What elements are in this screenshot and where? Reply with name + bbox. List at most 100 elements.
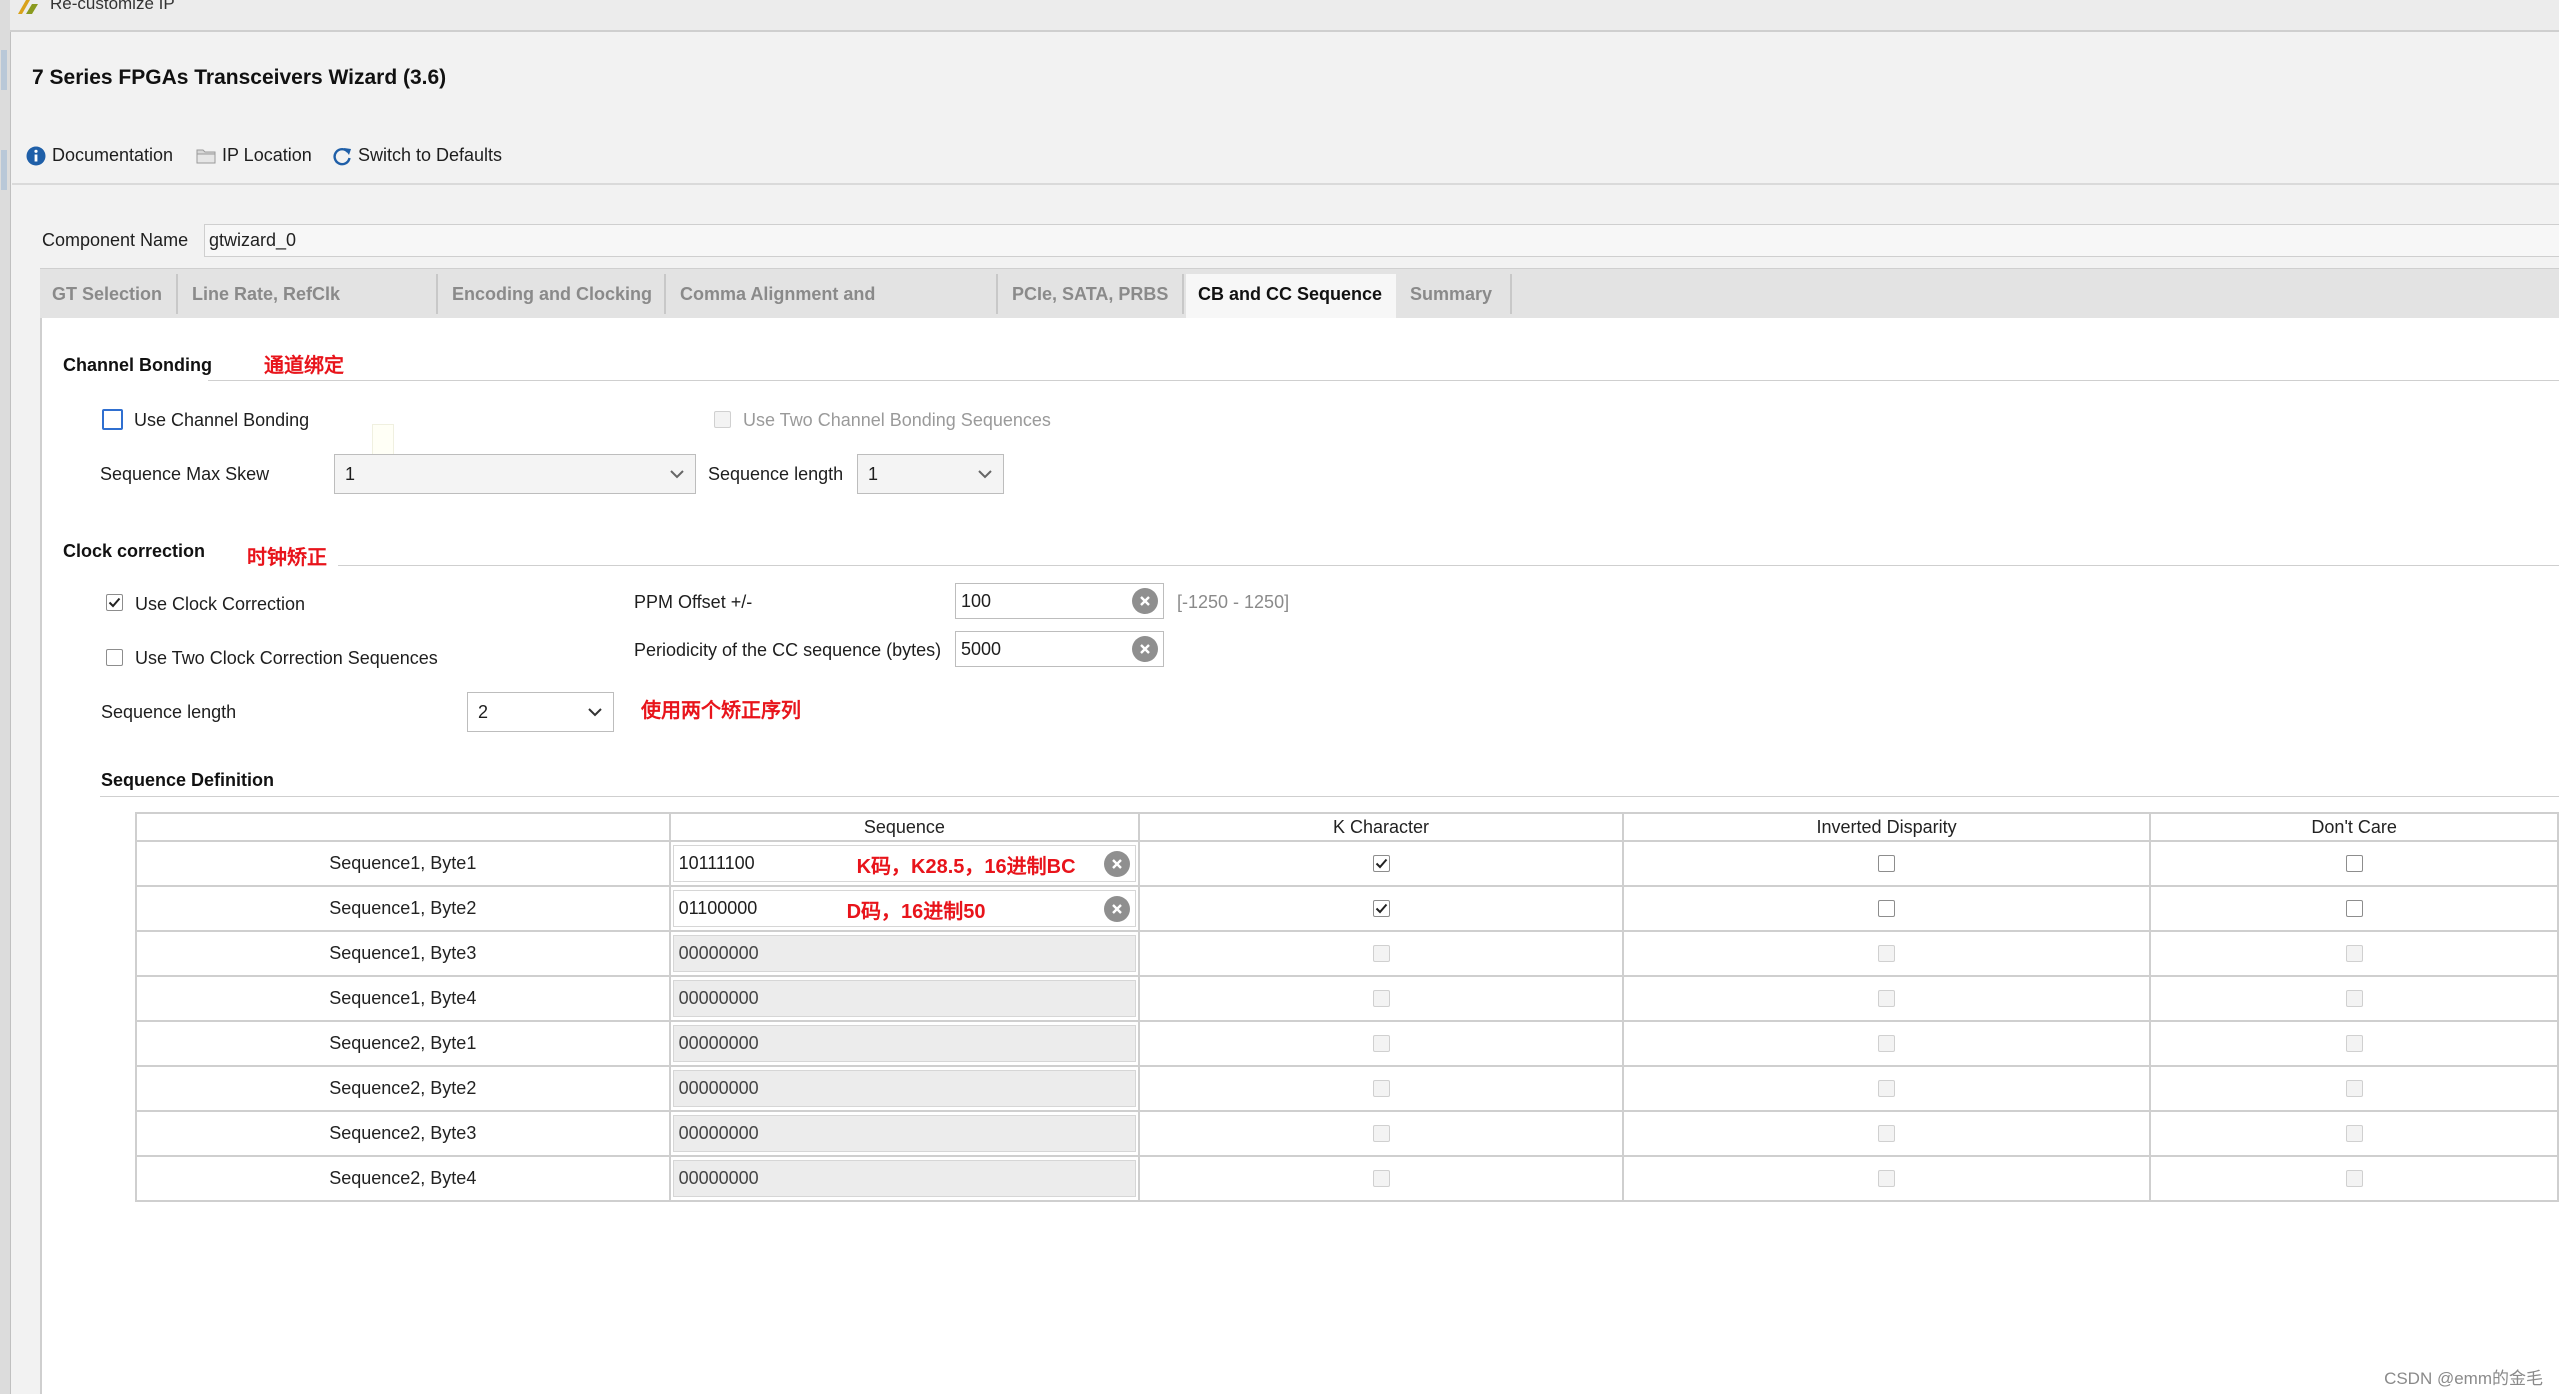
k-character-checkbox[interactable] <box>1372 1170 1390 1187</box>
k-character-cell <box>1138 930 1624 977</box>
cb-sequence-length-value: 1 <box>868 463 879 484</box>
tab-line-rate-refclk[interactable]: Line Rate, RefClk Selection <box>180 274 438 344</box>
k-character-cell <box>1138 885 1624 932</box>
dont-care-checkbox[interactable] <box>2345 1170 2363 1187</box>
table-row: Sequence2, Byte1 00000000 <box>135 1020 2559 1067</box>
sequence-value-field[interactable]: 01100000 D码，16进制50 <box>672 890 1137 927</box>
inverted-disparity-checkbox[interactable] <box>1878 900 1896 917</box>
inverted-disparity-checkbox[interactable] <box>1878 1080 1896 1097</box>
inverted-disparity-cell <box>1621 885 2152 932</box>
edge-mark <box>1 150 7 190</box>
k-character-cell <box>1138 840 1624 887</box>
k-character-checkbox[interactable] <box>1372 1080 1390 1097</box>
table-row: Sequence2, Byte3 00000000 <box>135 1110 2559 1157</box>
cc-sequence-length-label: Sequence length <box>101 702 237 722</box>
dont-care-cell <box>2149 930 2559 977</box>
dont-care-cell <box>2149 885 2559 932</box>
inverted-disparity-checkbox[interactable] <box>1878 855 1896 872</box>
dont-care-checkbox[interactable] <box>2345 990 2363 1007</box>
tab-encoding-clocking[interactable]: Encoding and Clocking <box>440 274 666 314</box>
table-row: Sequence1, Byte1 10111100 K码，K28.5，16进制BC <box>135 840 2559 887</box>
column-header <box>135 812 671 842</box>
sequence-cell: 00000000 <box>668 975 1141 1022</box>
row-name: Sequence2, Byte3 <box>135 1110 671 1157</box>
sequence-annotation: K码，K28.5，16进制BC <box>856 856 1076 878</box>
inverted-disparity-checkbox[interactable] <box>1878 1170 1896 1187</box>
use-clock-correction-label: Use Clock Correction <box>135 594 306 614</box>
sequence-cell: 00000000 <box>668 1065 1141 1112</box>
use-two-channel-bonding-checkbox[interactable] <box>714 411 731 428</box>
ppm-offset-field[interactable]: 100 <box>955 583 1164 619</box>
switch-to-defaults-label: Switch to Defaults <box>358 145 503 165</box>
clear-icon[interactable] <box>1132 636 1158 662</box>
k-character-checkbox[interactable] <box>1372 900 1390 917</box>
periodicity-field[interactable]: 5000 <box>955 631 1164 667</box>
inverted-disparity-checkbox[interactable] <box>1878 990 1896 1007</box>
clear-icon[interactable] <box>1132 588 1158 614</box>
dont-care-checkbox[interactable] <box>2345 900 2363 917</box>
use-two-channel-bonding-label: Use Two Channel Bonding Sequences <box>743 410 1051 430</box>
inverted-disparity-cell <box>1621 1020 2152 1067</box>
folder-icon <box>196 149 216 163</box>
sequence-value: 00000000 <box>678 1168 759 1188</box>
dont-care-checkbox[interactable] <box>2345 945 2363 962</box>
documentation-button[interactable]: Documentation <box>26 145 173 166</box>
cc-sequence-length-annotation: 使用两个矫正序列 <box>641 700 801 722</box>
ppm-offset-label: PPM Offset +/- <box>634 592 753 612</box>
cb-sequence-length-dropdown[interactable]: 1 <box>857 454 1004 494</box>
switch-to-defaults-button[interactable]: Switch to Defaults <box>332 145 502 166</box>
window-left-edge <box>0 0 11 1394</box>
sequence-value-field[interactable]: 00000000 <box>672 1160 1137 1197</box>
component-name-field[interactable]: gtwizard_0 <box>204 224 2559 257</box>
ip-location-button[interactable]: IP Location <box>196 145 312 166</box>
inverted-disparity-checkbox[interactable] <box>1878 1125 1896 1142</box>
chevron-down-icon <box>670 470 684 479</box>
sequence-value-field[interactable]: 00000000 <box>672 980 1137 1017</box>
inverted-disparity-cell <box>1621 1155 2152 1202</box>
use-clock-correction-checkbox[interactable] <box>106 594 123 611</box>
use-two-clock-correction-checkbox[interactable] <box>106 649 123 666</box>
info-icon <box>26 146 46 165</box>
inverted-disparity-cell <box>1621 930 2152 977</box>
column-header: Don't Care <box>2149 812 2559 842</box>
sequence-value-field[interactable]: 00000000 <box>672 1070 1137 1107</box>
table-header-row: Sequence K Character Inverted Disparity … <box>135 812 2559 842</box>
sequence-value-field[interactable]: 00000000 <box>672 1025 1137 1062</box>
chevron-down-icon <box>588 708 602 717</box>
channel-bonding-divider <box>208 380 2559 381</box>
k-character-checkbox[interactable] <box>1372 1125 1390 1142</box>
tab-cb-cc-sequence[interactable]: CB and CC Sequence <box>1186 274 1396 318</box>
sequence-cell: 00000000 <box>668 1110 1141 1157</box>
table-row: Sequence2, Byte2 00000000 <box>135 1065 2559 1112</box>
tab-comma-alignment[interactable]: Comma Alignment and Equalization <box>668 274 998 344</box>
cc-sequence-length-dropdown[interactable]: 2 <box>467 692 614 732</box>
use-channel-bonding-checkbox[interactable] <box>102 409 123 430</box>
dont-care-checkbox[interactable] <box>2345 1125 2363 1142</box>
tab-gt-selection[interactable]: GT Selection <box>40 274 178 314</box>
sequence-value-field[interactable]: 00000000 <box>672 1115 1137 1152</box>
dont-care-checkbox[interactable] <box>2345 1080 2363 1097</box>
k-character-checkbox[interactable] <box>1372 1035 1390 1052</box>
sequence-value-field[interactable]: 00000000 <box>672 935 1137 972</box>
sequence-definition-title: Sequence Definition <box>101 770 275 790</box>
k-character-cell <box>1138 1110 1624 1157</box>
sequence-max-skew-dropdown[interactable]: 1 <box>334 454 696 494</box>
channel-bonding-title: Channel Bonding <box>63 355 212 375</box>
k-character-checkbox[interactable] <box>1372 853 1390 874</box>
dont-care-checkbox[interactable] <box>2345 1035 2363 1052</box>
periodicity-value: 5000 <box>961 638 1002 659</box>
tab-pcie-sata-prbs[interactable]: PCIe, SATA, PRBS <box>1000 274 1184 314</box>
clear-icon[interactable] <box>1104 850 1131 877</box>
documentation-label: Documentation <box>52 145 174 165</box>
checkmark-icon <box>1375 853 1388 874</box>
tab-summary[interactable]: Summary <box>1398 274 1512 314</box>
row-name: Sequence1, Byte3 <box>135 930 671 977</box>
dont-care-checkbox[interactable] <box>2345 855 2363 872</box>
inverted-disparity-checkbox[interactable] <box>1878 1035 1896 1052</box>
sequence-cell: 10111100 K码，K28.5，16进制BC <box>668 840 1141 887</box>
sequence-value-field[interactable]: 10111100 K码，K28.5，16进制BC <box>672 845 1137 882</box>
k-character-checkbox[interactable] <box>1372 990 1390 1007</box>
k-character-checkbox[interactable] <box>1372 945 1390 962</box>
clear-icon[interactable] <box>1104 895 1131 922</box>
inverted-disparity-checkbox[interactable] <box>1878 945 1896 962</box>
